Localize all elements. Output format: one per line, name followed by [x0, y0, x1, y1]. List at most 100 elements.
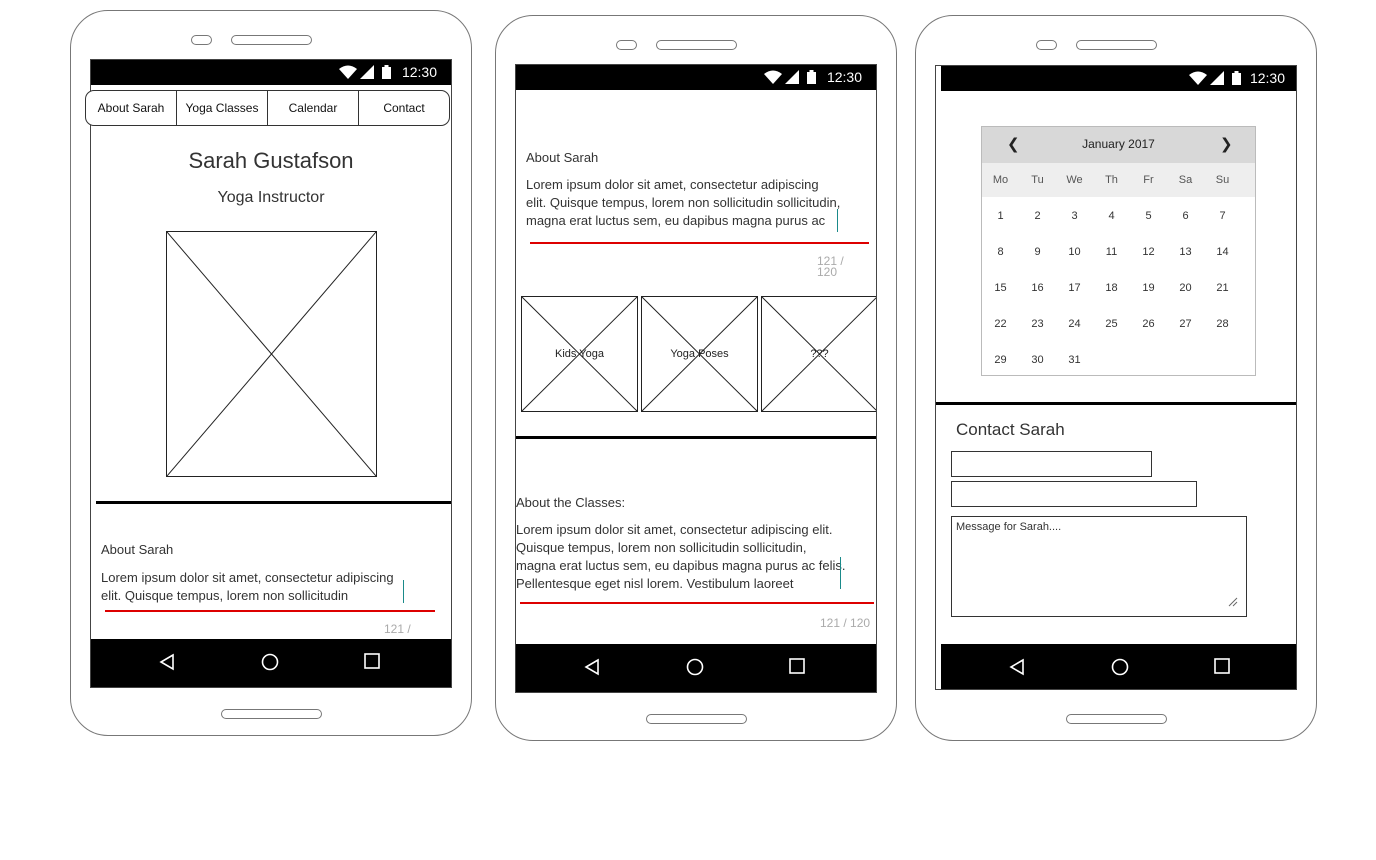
char-counter: 121 / 120: [820, 616, 871, 630]
calendar-day[interactable]: 21: [1204, 282, 1241, 294]
speaker: [231, 35, 312, 45]
text-underline: [530, 242, 869, 244]
calendar-day[interactable]: 25: [1093, 318, 1130, 330]
calendar-day[interactable]: 28: [1204, 318, 1241, 330]
android-nav-bar: [516, 644, 876, 692]
calendar-day[interactable]: 12: [1130, 246, 1167, 258]
signal-icon: [360, 65, 374, 79]
instructor-role: Yoga Instructor: [217, 189, 325, 206]
home-bar: [221, 709, 322, 719]
about-line: elit. Quisque tempus, lorem non sollicit…: [101, 588, 349, 603]
tile-label: Kids Yoga: [555, 348, 604, 360]
wifi-icon: [764, 70, 782, 84]
calendar-day[interactable]: 7: [1204, 210, 1241, 222]
tile-label: Yoga Poses: [670, 348, 729, 360]
calendar-day[interactable]: 13: [1167, 246, 1204, 258]
section-divider: [96, 501, 451, 504]
text-caret: [837, 209, 838, 232]
classes-line: Lorem ipsum dolor sit amet, consectetur …: [516, 522, 833, 537]
about-line: Lorem ipsum dolor sit amet, consectetur …: [526, 177, 819, 192]
classes-line: Pellentesque eget nisl lorem. Vestibulum…: [516, 576, 794, 591]
home-icon[interactable]: [261, 653, 279, 671]
char-counter-bottom: 120: [817, 265, 838, 277]
recents-icon[interactable]: [364, 653, 380, 669]
battery-icon: [382, 65, 391, 79]
calendar-day[interactable]: 19: [1130, 282, 1167, 294]
name-field[interactable]: [951, 451, 1152, 477]
back-icon[interactable]: [1009, 658, 1025, 676]
tile-kids-yoga[interactable]: Kids Yoga: [521, 296, 638, 412]
speaker: [656, 40, 737, 50]
calendar-day[interactable]: 17: [1056, 282, 1093, 294]
screen-3: 12:30 ❮ January 2017 ❯ Mo Tu We Th Fr Sa…: [935, 65, 1297, 690]
home-icon[interactable]: [1111, 658, 1129, 676]
calendar-day[interactable]: 15: [982, 282, 1019, 294]
back-icon[interactable]: [584, 658, 600, 676]
char-counter: 121 / 120: [817, 256, 844, 277]
camera: [1036, 40, 1057, 50]
recents-icon[interactable]: [1214, 658, 1230, 674]
section-divider: [936, 402, 1296, 405]
calendar-day[interactable]: 9: [1019, 246, 1056, 258]
calendar-day[interactable]: 23: [1019, 318, 1056, 330]
instructor-name: Sarah Gustafson: [188, 148, 354, 173]
camera: [616, 40, 637, 50]
text-caret: [840, 557, 841, 589]
email-field[interactable]: [951, 481, 1197, 507]
calendar-day[interactable]: 24: [1056, 318, 1093, 330]
calendar-day[interactable]: 14: [1204, 246, 1241, 258]
tab-about-sarah[interactable]: About Sarah: [86, 91, 177, 125]
tab-yoga-classes[interactable]: Yoga Classes: [177, 91, 268, 125]
about-text[interactable]: Lorem ipsum dolor sit amet, consectetur …: [526, 176, 871, 230]
resize-handle-icon[interactable]: [1228, 597, 1238, 607]
screen-2: 12:30 About Sarah Lorem ipsum dolor sit …: [515, 64, 877, 693]
profile-image-placeholder: [166, 231, 377, 477]
home-bar: [1066, 714, 1167, 724]
calendar-day[interactable]: 22: [982, 318, 1019, 330]
classes-label: About the Classes:: [516, 495, 626, 510]
about-line: magna erat luctus sem, eu dapibus magna …: [526, 213, 826, 228]
calendar-day[interactable]: 16: [1019, 282, 1056, 294]
calendar-day[interactable]: 31: [1056, 354, 1093, 366]
calendar-day[interactable]: 20: [1167, 282, 1204, 294]
recents-icon[interactable]: [789, 658, 805, 674]
screen-1: 12:30 Sarah Gustafson Yoga Instructor Ab…: [90, 59, 452, 688]
classes-line: Quisque tempus, lorem non sollicitudin s…: [516, 540, 807, 555]
calendar-day[interactable]: 29: [982, 354, 1019, 366]
calendar-day[interactable]: 8: [982, 246, 1019, 258]
speaker: [1076, 40, 1157, 50]
tab-contact[interactable]: Contact: [359, 91, 449, 125]
status-bar: 12:30: [516, 65, 876, 90]
calendar-day[interactable]: 4: [1093, 210, 1130, 222]
calendar-day[interactable]: 6: [1167, 210, 1204, 222]
calendar-day[interactable]: 2: [1019, 210, 1056, 222]
wifi-icon: [339, 65, 357, 79]
about-line: Lorem ipsum dolor sit amet, consectetur …: [101, 570, 394, 585]
status-time: 12:30: [826, 69, 862, 85]
back-icon[interactable]: [159, 653, 175, 671]
calendar-day[interactable]: 18: [1093, 282, 1130, 294]
about-text[interactable]: Lorem ipsum dolor sit amet, consectetur …: [101, 569, 421, 605]
calendar-widget: ❮ January 2017 ❯ Mo Tu We Th Fr Sa Su 1 …: [981, 126, 1256, 376]
calendar-day[interactable]: 26: [1130, 318, 1167, 330]
contact-title: Contact Sarah: [956, 420, 1065, 439]
calendar-day[interactable]: 1: [982, 210, 1019, 222]
text-caret: [403, 580, 404, 603]
signal-icon: [1210, 71, 1224, 85]
about-line: elit. Quisque tempus, lorem non sollicit…: [526, 195, 841, 210]
tile-yoga-poses[interactable]: Yoga Poses: [641, 296, 758, 412]
about-label: About Sarah: [101, 542, 174, 557]
calendar-day[interactable]: 10: [1056, 246, 1093, 258]
calendar-day[interactable]: 11: [1093, 246, 1130, 258]
calendar-day[interactable]: 27: [1167, 318, 1204, 330]
calendar-day[interactable]: 30: [1019, 354, 1056, 366]
classes-text[interactable]: Lorem ipsum dolor sit amet, consectetur …: [516, 521, 871, 593]
message-field[interactable]: Message for Sarah....: [951, 516, 1247, 617]
calendar-day[interactable]: 5: [1130, 210, 1167, 222]
tab-calendar[interactable]: Calendar: [268, 91, 359, 125]
classes-line: magna erat luctus sem, eu dapibus magna …: [516, 558, 846, 573]
status-bar: 12:30: [941, 66, 1296, 91]
calendar-day[interactable]: 3: [1056, 210, 1093, 222]
tile-unknown[interactable]: ???: [761, 296, 876, 412]
home-icon[interactable]: [686, 658, 704, 676]
